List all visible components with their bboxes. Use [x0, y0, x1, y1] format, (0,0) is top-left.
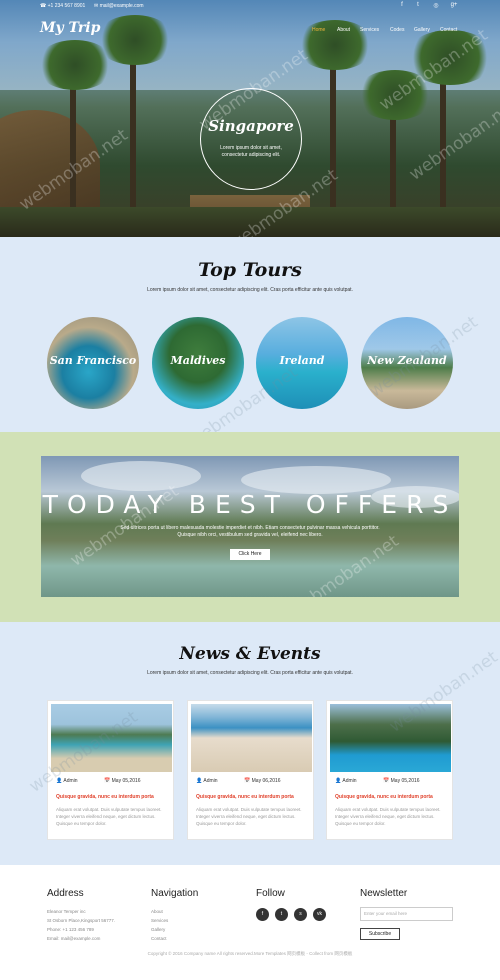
watermark: webmoban.net: [286, 531, 403, 597]
nav-services[interactable]: Services: [360, 27, 379, 33]
offers-title: TODAY BEST OFFERS: [42, 490, 458, 519]
site-logo[interactable]: My Trip: [40, 20, 100, 36]
user-icon: 👤: [56, 778, 63, 784]
offers-banner: TODAY BEST OFFERS Sed ultrices porta ut …: [41, 456, 459, 597]
footer-address-title: Address: [47, 888, 84, 899]
skype-icon[interactable]: s: [294, 908, 307, 921]
newsletter-email-input[interactable]: Enter your email here: [360, 907, 453, 921]
hero-subtitle: Lorem ipsum dolor sit amet, consectetur …: [220, 145, 282, 158]
news-date: 📅 May 05,2016: [104, 778, 141, 784]
phone-contact: ☎ +1 234 567 8901: [40, 3, 85, 9]
tour-name: New Zealand: [367, 354, 447, 367]
news-date: 📅 May 06,2016: [244, 778, 281, 784]
calendar-icon: 📅: [383, 778, 390, 784]
dribbble-icon[interactable]: ◎: [432, 2, 440, 9]
news-subtitle: Lorem ipsum dolor sit amet, consectetur …: [147, 670, 353, 676]
nav-contact[interactable]: Contact: [440, 27, 457, 33]
tour-name: Maldives: [170, 354, 226, 367]
tour-new-zealand[interactable]: New Zealand: [361, 317, 453, 409]
footer: Address Eleanor Temper inc St Osborn Pla…: [0, 865, 500, 980]
news-item-title[interactable]: Quisque gravida, nunc eu interdum porta: [335, 794, 433, 800]
top-tours-section: Top Tours Lorem ipsum dolor sit amet, co…: [0, 237, 500, 452]
news-card[interactable]: 👤 Admin 📅 May 05,2016 Quisque gravida, n…: [47, 700, 174, 840]
tour-ireland[interactable]: Ireland: [256, 317, 348, 409]
subscribe-button[interactable]: Subscribe: [360, 928, 400, 940]
click-here-button[interactable]: Click Here: [230, 549, 270, 560]
address-line: Email: mail@example.com: [47, 936, 101, 941]
footer-follow-title: Follow: [256, 888, 285, 899]
footer-newsletter-title: Newsletter: [360, 888, 408, 899]
author-name: Admin: [63, 778, 78, 784]
phone-icon: ☎: [40, 3, 47, 9]
offers-description: Sed ultrices porta ut libero malesuada m…: [120, 525, 380, 538]
news-image: [191, 704, 312, 772]
news-item-title[interactable]: Quisque gravida, nunc eu interdum porta: [196, 794, 294, 800]
news-image: [51, 704, 172, 772]
tour-name: Ireland: [279, 354, 325, 367]
calendar-icon: 📅: [104, 778, 111, 784]
date-text: May 05,2016: [390, 778, 420, 784]
user-icon: 👤: [196, 778, 203, 784]
twitter-icon[interactable]: t: [275, 908, 288, 921]
date-text: May 06,2016: [251, 778, 281, 784]
hero-ground: [0, 207, 500, 237]
news-author: 👤 Admin: [196, 778, 218, 784]
tour-maldives[interactable]: Maldives: [152, 317, 244, 409]
nav-gallery[interactable]: Gallery: [414, 27, 430, 33]
news-image: [330, 704, 451, 772]
news-card[interactable]: 👤 Admin 📅 May 06,2016 Quisque gravida, n…: [187, 700, 314, 840]
news-author: 👤 Admin: [56, 778, 78, 784]
tours-subtitle: Lorem ipsum dolor sit amet, consectetur …: [147, 287, 353, 293]
calendar-icon: 📅: [244, 778, 251, 784]
news-date: 📅 May 05,2016: [383, 778, 420, 784]
footer-link-services[interactable]: Services: [151, 918, 168, 923]
footer-link-gallery[interactable]: Gallery: [151, 927, 165, 932]
footer-navigation-title: Navigation: [151, 888, 199, 899]
thatched-hut-image: [0, 110, 100, 220]
hero-banner: ☎ +1 234 567 8901 ✉ mail@example.com f t…: [0, 0, 500, 237]
news-author: 👤 Admin: [335, 778, 357, 784]
vk-icon[interactable]: vk: [313, 908, 326, 921]
facebook-icon[interactable]: f: [398, 2, 406, 8]
tour-name: San Francisco: [49, 354, 137, 367]
news-item-body: Aliquam erat volutpat. Duis vulputate te…: [196, 807, 302, 826]
address-line: St Osborn Place,Kingsport 56777.: [47, 918, 116, 923]
author-name: Admin: [342, 778, 357, 784]
phone-number: +1 234 567 8901: [47, 3, 86, 9]
google-plus-icon[interactable]: g+: [450, 2, 458, 8]
envelope-icon: ✉: [94, 3, 99, 9]
user-icon: 👤: [335, 778, 342, 784]
tour-san-francisco[interactable]: San Francisco: [47, 317, 139, 409]
nav-home[interactable]: Home: [312, 27, 325, 33]
copyright-text: Copyright © 2016 Company name All rights…: [147, 951, 353, 956]
author-name: Admin: [203, 778, 218, 784]
date-text: May 05,2016: [111, 778, 141, 784]
top-bar: ☎ +1 234 567 8901 ✉ mail@example.com f t…: [0, 0, 500, 14]
news-title: News & Events: [179, 644, 321, 664]
twitter-icon[interactable]: t: [414, 2, 422, 8]
hero-caption-circle: Singapore Lorem ipsum dolor sit amet, co…: [200, 88, 302, 190]
news-item-body: Aliquam erat volutpat. Duis vulputate te…: [56, 807, 162, 826]
nav-about[interactable]: About: [337, 27, 350, 33]
footer-link-contact[interactable]: Contact: [151, 936, 167, 941]
tours-title: Top Tours: [198, 259, 302, 281]
news-item-body: Aliquam erat volutpat. Duis vulputate te…: [335, 807, 441, 826]
news-item-title[interactable]: Quisque gravida, nunc eu interdum porta: [56, 794, 154, 800]
footer-link-about[interactable]: About: [151, 909, 163, 914]
nav-codes[interactable]: Codes: [390, 27, 404, 33]
email-address: mail@example.com: [99, 3, 144, 9]
news-card[interactable]: 👤 Admin 📅 May 05,2016 Quisque gravida, n…: [326, 700, 453, 840]
facebook-icon[interactable]: f: [256, 908, 269, 921]
news-events-section: News & Events Lorem ipsum dolor sit amet…: [0, 622, 500, 865]
address-line: Phone: +1 123 456 789: [47, 927, 94, 932]
hero-title: Singapore: [208, 117, 294, 135]
address-line: Eleanor Temper inc: [47, 909, 86, 914]
email-contact[interactable]: ✉ mail@example.com: [94, 3, 144, 9]
